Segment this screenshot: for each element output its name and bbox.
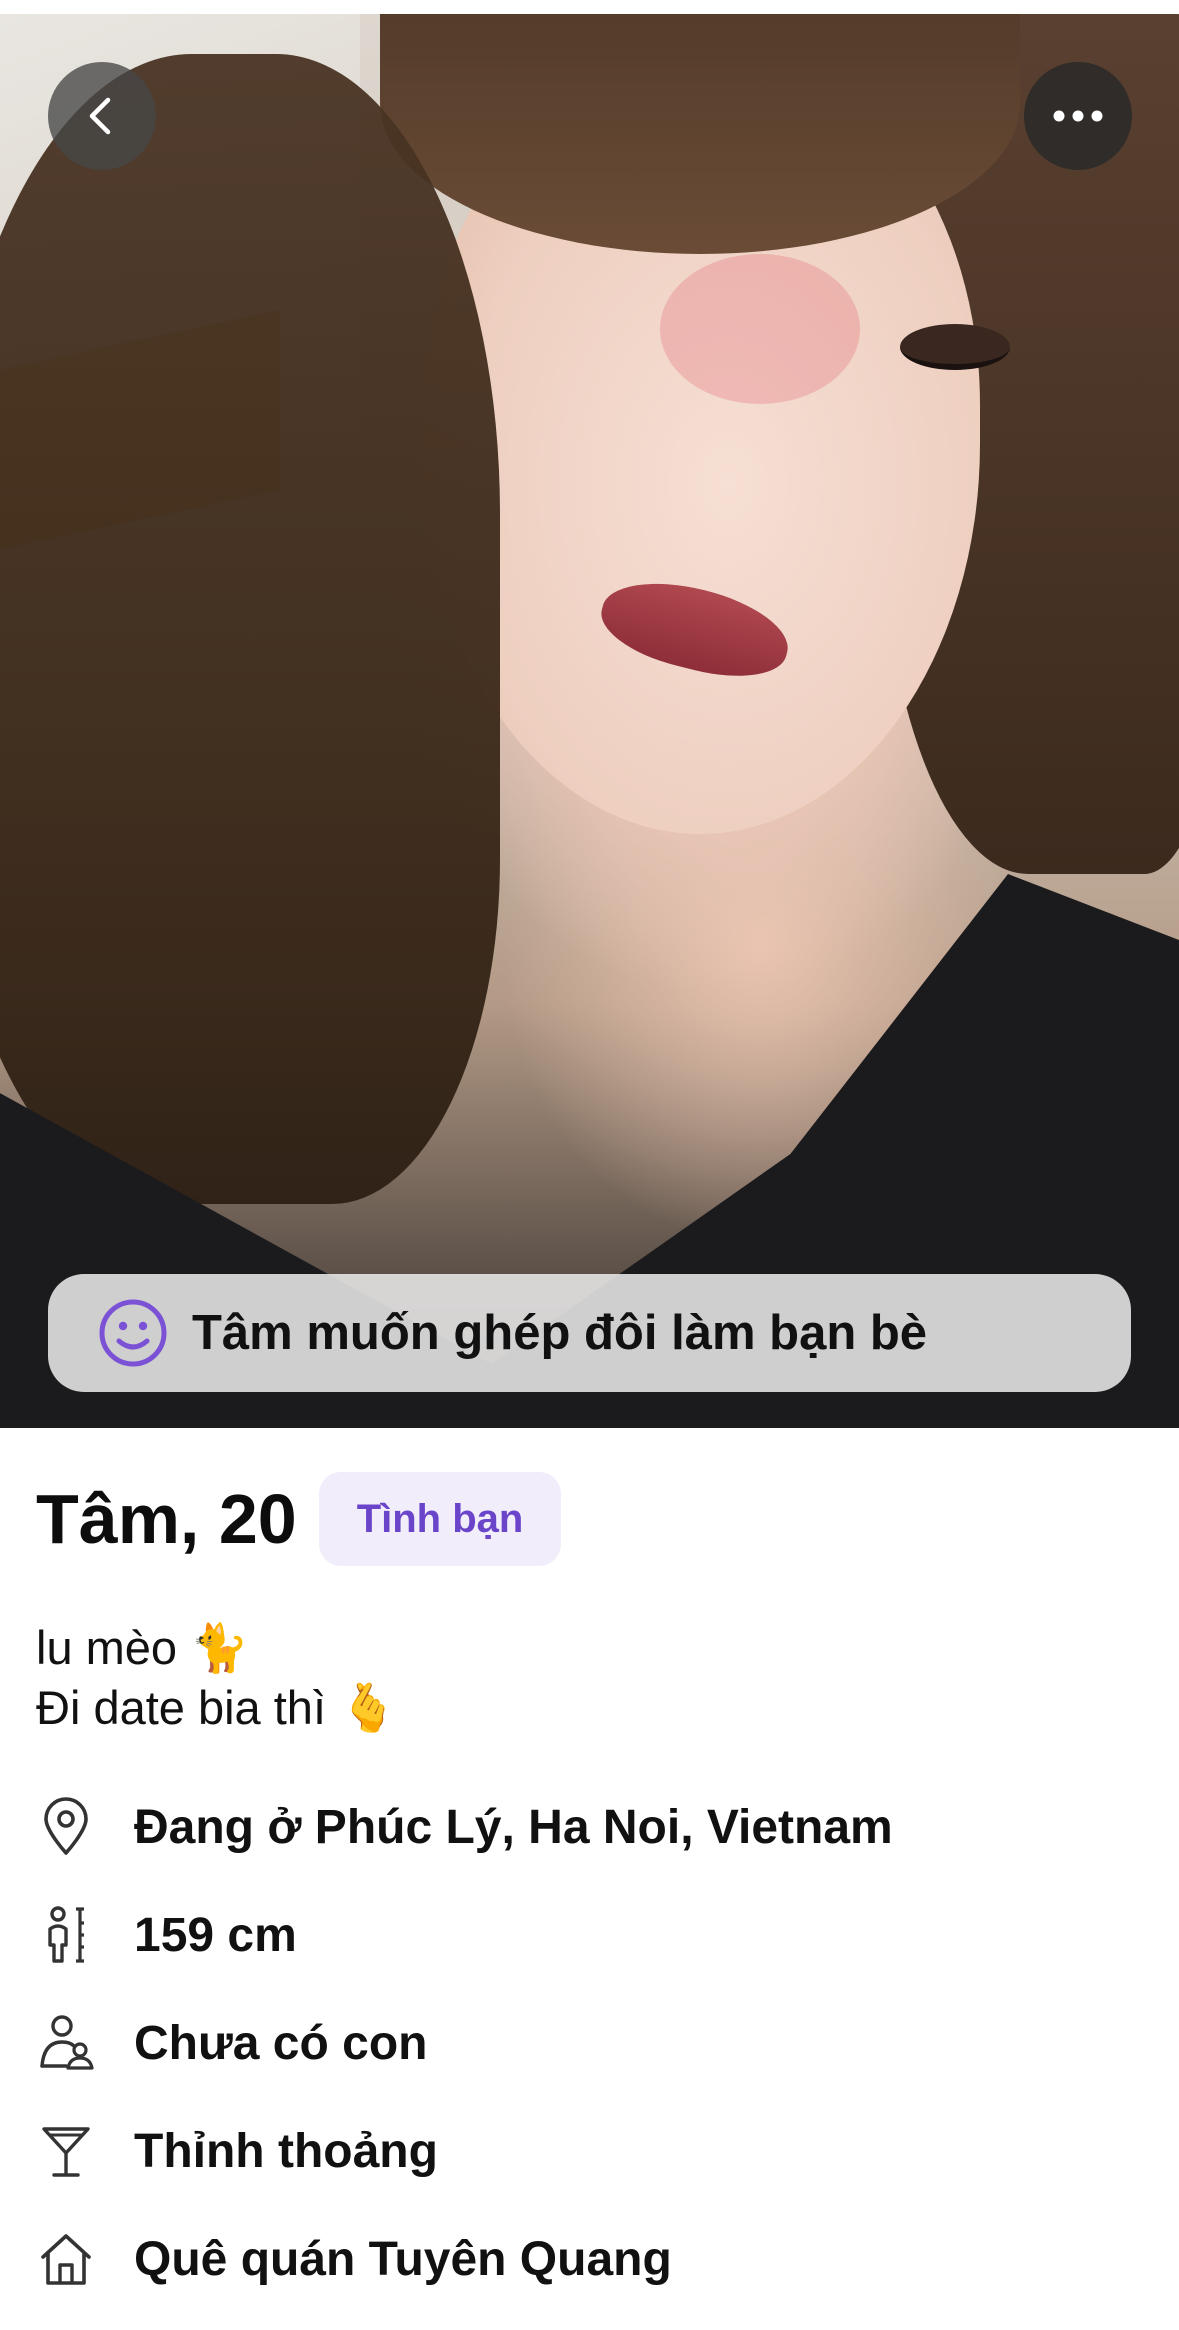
location-pin-icon <box>36 1797 96 1857</box>
status-strip <box>0 0 1179 14</box>
detail-drinking: Thỉnh thoảng <box>36 2097 893 2205</box>
smile-icon <box>99 1299 167 1367</box>
home-icon <box>36 2229 96 2289</box>
detail-hometown: Quê quán Tuyên Quang <box>36 2205 893 2313</box>
match-intent-banner: Tâm muốn ghép đôi làm bạn bè <box>48 1274 1131 1392</box>
detail-children: Chưa có con <box>36 1989 893 2097</box>
more-options-button[interactable] <box>1024 62 1132 170</box>
profile-photo[interactable] <box>0 14 1179 1428</box>
cocktail-icon <box>36 2121 96 2181</box>
photo-eye-right <box>900 324 1010 370</box>
detail-label: Chưa có con <box>134 2016 428 2070</box>
height-icon <box>36 1905 96 1965</box>
bio-line: lu mèo 🐈 <box>36 1621 249 1674</box>
detail-label: Quê quán Tuyên Quang <box>134 2232 672 2286</box>
name-age: Tâm, 20 <box>36 1480 297 1558</box>
bio: lu mèo 🐈 Đi date bia thì 🫰 <box>36 1618 398 1738</box>
detail-label: Đang ở Phúc Lý, Ha Noi, Vietnam <box>134 1800 893 1854</box>
details-list: Đang ở Phúc Lý, Ha Noi, Vietnam 159 cm C… <box>36 1773 893 2313</box>
name-row: Tâm, 20 Tình bạn <box>36 1472 562 1566</box>
profile-info: Tâm, 20 Tình bạn lu mèo 🐈 Đi date bia th… <box>0 1428 1179 2330</box>
ellipsis-icon <box>1053 110 1103 122</box>
photo-blush <box>660 254 860 404</box>
detail-label: Thỉnh thoảng <box>134 2124 438 2178</box>
detail-location: Đang ở Phúc Lý, Ha Noi, Vietnam <box>36 1773 893 1881</box>
chevron-left-icon <box>89 97 111 135</box>
relationship-goal-badge: Tình bạn <box>318 1472 562 1566</box>
detail-height: 159 cm <box>36 1881 893 1989</box>
match-intent-text: Tâm muốn ghép đôi làm bạn bè <box>192 1306 928 1360</box>
bio-line: Đi date bia thì 🫰 <box>36 1681 398 1734</box>
back-button[interactable] <box>48 62 156 170</box>
detail-label: 159 cm <box>134 1908 297 1962</box>
children-icon <box>36 2013 96 2073</box>
photo-hair-left <box>0 54 500 1204</box>
